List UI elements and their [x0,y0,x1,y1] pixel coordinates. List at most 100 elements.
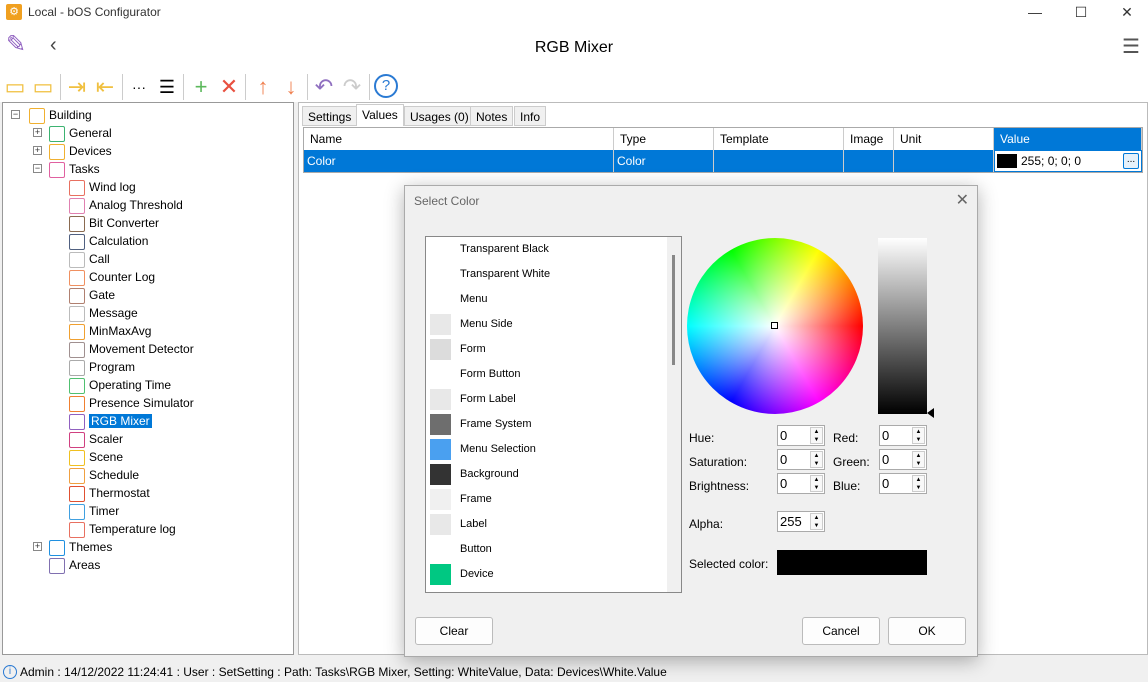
column-header-unit[interactable]: Unit [894,128,994,150]
tree-node-wind-log[interactable]: Wind log [69,178,136,196]
maximize-button[interactable]: ☐ [1058,0,1104,24]
color-list-item[interactable]: Button [428,537,658,562]
column-header-image[interactable]: Image [844,128,894,150]
ok-button[interactable]: OK [888,617,966,645]
tree-node-temperature-log[interactable]: Temperature log [69,520,176,538]
color-list-item[interactable]: Form Label [428,387,658,412]
column-header-type[interactable]: Type [614,128,714,150]
tree-node-minmaxavg[interactable]: MinMaxAvg [69,322,151,340]
cell-image[interactable] [844,150,894,172]
tree-node-operating-time[interactable]: Operating Time [69,376,171,394]
tree-node-label: Themes [69,540,113,554]
delete-icon[interactable]: ✕ [216,74,242,100]
help-icon[interactable]: ? [374,74,398,98]
export-icon[interactable]: ⇤ [92,74,118,100]
red-stepper[interactable]: 0 ▲ ▼ [879,425,927,446]
color-list-item[interactable]: Background [428,462,658,487]
settings-sliders-icon[interactable]: ☰ [154,74,180,100]
color-list-item[interactable]: Transparent White [428,262,658,287]
saturation-stepper[interactable]: 0 ▲ ▼ [777,449,825,470]
color-name: Label [460,518,487,530]
color-list-item[interactable]: Menu Selection [428,437,658,462]
collapse-toggle[interactable]: − [33,164,42,173]
minimize-button[interactable]: — [1012,0,1058,24]
alpha-stepper[interactable]: 255 ▲ ▼ [777,511,825,532]
cell-value[interactable]: 255; 0; 0; 0 ... [994,150,1142,172]
tab-settings[interactable]: Settings [302,106,358,126]
tree-node-presence-simulator[interactable]: Presence Simulator [69,394,194,412]
tree-node-rgb-mixer[interactable]: RGB Mixer [69,412,152,430]
brightness-stepper[interactable]: 0 ▲ ▼ [777,473,825,494]
tree-node-scene[interactable]: Scene [69,448,123,466]
tree-node-message[interactable]: Message [69,304,138,322]
close-button[interactable]: ✕ [1104,0,1148,24]
color-list-item[interactable]: Frame [428,487,658,512]
color-list-item[interactable]: Menu [428,287,658,312]
tree-node-call[interactable]: Call [69,250,110,268]
expand-toggle[interactable]: + [33,542,42,551]
tree-node-building[interactable]: − Building [11,106,92,124]
cancel-button[interactable]: Cancel [802,617,880,645]
list-scrollbar[interactable] [667,237,681,592]
cell-name[interactable]: Color [304,150,614,172]
move-down-icon[interactable]: ↓ [278,74,304,100]
column-header-template[interactable]: Template [714,128,844,150]
tree-node-analog-threshold[interactable]: Analog Threshold [69,196,183,214]
tree-node-calculation[interactable]: Calculation [69,232,148,250]
move-up-icon[interactable]: ↑ [250,74,276,100]
operating-time-icon [69,377,85,394]
tab-values[interactable]: Values [356,104,404,126]
column-header-name[interactable]: Name [304,128,614,150]
collapse-toggle[interactable]: − [11,110,20,119]
tree-node-areas[interactable]: Areas [49,556,100,574]
tab-info[interactable]: Info [514,106,547,126]
save-icon[interactable]: ▭ [2,74,28,100]
undo-icon[interactable]: ↶ [311,74,337,100]
tree-node-devices[interactable]: + Devices [33,142,112,160]
tree-node-general[interactable]: + General [33,124,112,142]
color-list-item[interactable]: Label [428,512,658,537]
counter-log-icon [69,269,85,286]
tree-node-gate[interactable]: Gate [69,286,115,304]
expand-toggle[interactable]: + [33,128,42,137]
edit-value-button[interactable]: ... [1123,153,1139,169]
scrollbar-thumb[interactable] [672,255,675,365]
brightness-pointer[interactable] [927,408,934,418]
green-stepper[interactable]: 0 ▲ ▼ [879,449,927,470]
color-list-item[interactable]: Form [428,337,658,362]
color-list-item[interactable]: Transparent Black [428,237,658,262]
open-folder-icon[interactable]: ▭ [30,74,56,100]
color-list-item[interactable]: Form Button [428,362,658,387]
cell-template[interactable] [714,150,844,172]
blue-stepper[interactable]: 0 ▲ ▼ [879,473,927,494]
clear-button[interactable]: Clear [415,617,493,645]
color-list-item[interactable]: Frame System [428,412,658,437]
tree-node-movement-detector[interactable]: Movement Detector [69,340,194,358]
tab-usages-0-[interactable]: Usages (0) [404,106,475,126]
tree-node-bit-converter[interactable]: Bit Converter [69,214,159,232]
color-list-item[interactable]: Menu Side [428,312,658,337]
add-icon[interactable]: + [188,74,214,100]
expand-toggle[interactable]: + [33,146,42,155]
tree-node-counter-log[interactable]: Counter Log [69,268,155,286]
more-icon[interactable]: ··· [126,74,152,100]
tree-node-thermostat[interactable]: Thermostat [69,484,150,502]
dialog-close-button[interactable]: ✕ [956,190,969,210]
tree-node-themes[interactable]: + Themes [33,538,113,556]
column-header-value[interactable]: Value [994,128,1142,150]
import-icon[interactable]: ⇥ [64,74,90,100]
cell-type[interactable]: Color [614,150,714,172]
menu-icon[interactable]: ☰ [1122,34,1140,59]
cell-unit[interactable] [894,150,994,172]
brightness-slider[interactable] [878,238,927,414]
tree-node-timer[interactable]: Timer [69,502,119,520]
color-list-item[interactable]: Device [428,562,658,587]
color-wheel-marker[interactable] [771,322,778,329]
tree-node-schedule[interactable]: Schedule [69,466,139,484]
tree-node-program[interactable]: Program [69,358,135,376]
redo-icon[interactable]: ↷ [339,74,365,100]
tab-notes[interactable]: Notes [470,106,514,126]
hue-stepper[interactable]: 0 ▲ ▼ [777,425,825,446]
tree-node-tasks[interactable]: − Tasks [33,160,100,178]
tree-node-scaler[interactable]: Scaler [69,430,123,448]
